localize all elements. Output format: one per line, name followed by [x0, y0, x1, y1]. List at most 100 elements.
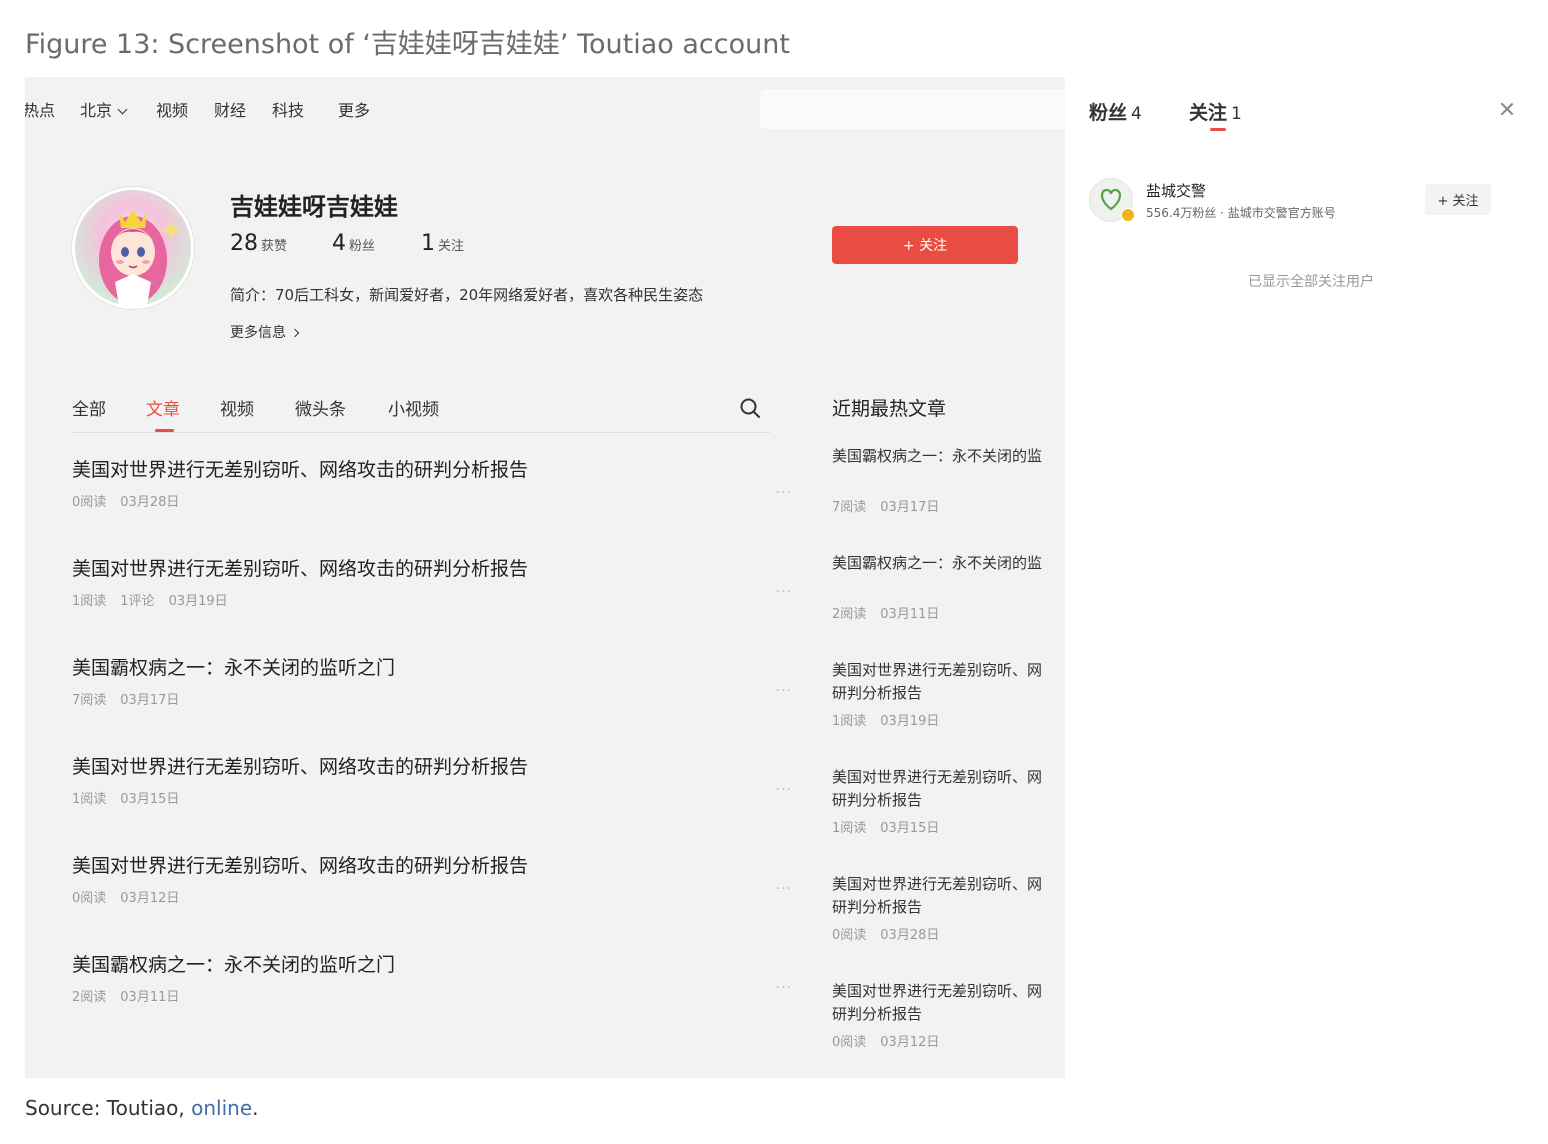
nav-item-more[interactable]: 更多 [338, 97, 370, 121]
hot-article-date: 03月17日 [880, 500, 940, 515]
article-item[interactable]: 美国霸权病之一：永不关闭的监听之门 7阅读 03月17日 ··· [72, 653, 791, 733]
nav-item-beijing[interactable]: 北京 [80, 97, 128, 121]
likes-label: 获赞 [261, 239, 288, 254]
hot-article-item[interactable]: 美国对世界进行无差别窃听、网 研判分析报告 0阅读 03月28日 [832, 873, 1065, 943]
hot-article-item[interactable]: 美国对世界进行无差别窃听、网 研判分析报告 1阅读 03月15日 [832, 766, 1065, 836]
hot-article-title-line[interactable]: 美国霸权病之一：永不关闭的监 [832, 445, 1065, 468]
hot-article-date: 03月28日 [880, 928, 940, 943]
more-options-icon[interactable]: ··· [776, 584, 792, 600]
article-meta: 1阅读 03月15日 [72, 788, 193, 807]
tab-micro-posts[interactable]: 微头条 [295, 395, 346, 420]
followed-user-name[interactable]: 盐城交警 [1146, 180, 1206, 201]
hot-article-meta: 0阅读 03月28日 [832, 924, 1065, 943]
hot-articles-title: 近期最热文章 [832, 398, 947, 420]
source-suffix: . [252, 1096, 259, 1120]
article-reads: 0阅读 [72, 495, 107, 510]
profile-bio: 简介：70后工科女，新闻爱好者，20年网络爱好者，喜欢各种民生姿态 [230, 286, 704, 304]
article-comments: 1评论 [120, 594, 155, 609]
hot-article-item[interactable]: 美国霸权病之一：永不关闭的监 7阅读 03月17日 [832, 445, 1065, 515]
source-prefix: Source: Toutiao, [25, 1096, 192, 1120]
hot-article-meta: 2阅读 03月11日 [832, 603, 1065, 622]
more-options-icon[interactable]: ··· [776, 881, 792, 897]
hot-article-title-line[interactable]: 美国对世界进行无差别窃听、网 [832, 873, 1065, 896]
more-info-link[interactable]: 更多信息 [230, 322, 300, 342]
panel-fans-label: 粉丝 [1089, 102, 1128, 124]
source-caption: Source: Toutiao, online. [25, 1096, 259, 1120]
close-icon[interactable] [1498, 100, 1516, 118]
hot-article-reads: 1阅读 [832, 821, 867, 836]
tab-divider [72, 432, 770, 433]
more-options-icon[interactable]: ··· [776, 980, 792, 996]
fans-label: 粉丝 [349, 239, 376, 254]
hot-article-title-line[interactable]: 研判分析报告 [832, 896, 1065, 919]
panel-following-count: 1 [1231, 104, 1242, 124]
hot-article-reads: 1阅读 [832, 714, 867, 729]
tab-articles[interactable]: 文章 [146, 395, 180, 420]
article-date: 03月28日 [120, 495, 180, 510]
article-meta: 1阅读 1评论 03月19日 [72, 590, 242, 609]
hot-article-date: 03月15日 [880, 821, 940, 836]
article-date: 03月12日 [120, 891, 180, 906]
article-meta: 0阅读 03月28日 [72, 491, 193, 510]
profile-name: 吉娃娃呀吉娃娃 [230, 193, 398, 221]
tab-short-video[interactable]: 小视频 [388, 395, 439, 420]
fans-count: 4 [332, 231, 346, 256]
more-options-icon[interactable]: ··· [776, 782, 792, 798]
hot-article-meta: 1阅读 03月15日 [832, 817, 1065, 836]
hot-article-title-line[interactable]: 美国霸权病之一：永不关闭的监 [832, 552, 1065, 575]
follow-button[interactable]: + 关注 [832, 226, 1018, 264]
hot-article-title-line[interactable]: 研判分析报告 [832, 789, 1065, 812]
article-meta: 2阅读 03月11日 [72, 986, 193, 1005]
nav-item-tech[interactable]: 科技 [272, 97, 304, 121]
hot-article-title-line[interactable]: 研判分析报告 [832, 1003, 1065, 1026]
panel-active-tab-indicator [1210, 128, 1226, 131]
tab-video[interactable]: 视频 [220, 395, 254, 420]
hot-article-item[interactable]: 美国对世界进行无差别窃听、网 研判分析报告 1阅读 03月19日 [832, 659, 1065, 729]
article-title[interactable]: 美国霸权病之一：永不关闭的监听之门 [72, 653, 395, 680]
panel-following-label: 关注 [1189, 102, 1228, 124]
nav-item-video[interactable]: 视频 [156, 97, 188, 121]
figure-title: Figure 13: Screenshot of ‘吉娃娃呀吉娃娃’ Touti… [25, 29, 790, 60]
toutiao-screenshot: 热点 北京 视频 财经 科技 更多 吉娃娃呀吉娃娃 28 获赞 4 粉丝 1 关注 +… [25, 77, 1065, 1078]
article-title[interactable]: 美国对世界进行无差别窃听、网络攻击的研判分析报告 [72, 752, 528, 779]
search-input[interactable] [760, 89, 1065, 129]
article-title[interactable]: 美国对世界进行无差别窃听、网络攻击的研判分析报告 [72, 455, 528, 482]
article-title[interactable]: 美国对世界进行无差别窃听、网络攻击的研判分析报告 [72, 851, 528, 878]
article-reads: 0阅读 [72, 891, 107, 906]
article-title[interactable]: 美国对世界进行无差别窃听、网络攻击的研判分析报告 [72, 554, 528, 581]
article-reads: 1阅读 [72, 594, 107, 609]
following-stat[interactable]: 1 关注 [421, 231, 464, 256]
more-options-icon[interactable]: ··· [776, 485, 792, 501]
hot-article-item[interactable]: 美国对世界进行无差别窃听、网 研判分析报告 0阅读 03月12日 [832, 980, 1065, 1050]
article-reads: 1阅读 [72, 792, 107, 807]
search-icon[interactable] [739, 397, 761, 419]
nav-item-finance[interactable]: 财经 [214, 97, 246, 121]
following-label: 关注 [438, 239, 465, 254]
article-item[interactable]: 美国对世界进行无差别窃听、网络攻击的研判分析报告 0阅读 03月12日 ··· [72, 851, 791, 931]
hot-article-title-line[interactable]: 研判分析报告 [832, 682, 1065, 705]
hot-article-meta: 1阅读 03月19日 [832, 710, 1065, 729]
more-options-icon[interactable]: ··· [776, 683, 792, 699]
hot-article-title-line[interactable]: 美国对世界进行无差别窃听、网 [832, 980, 1065, 1003]
nav-item-hot[interactable]: 热点 [25, 97, 55, 121]
followed-user-description: 556.4万粉丝 · 盐城市交警官方账号 [1146, 206, 1336, 220]
article-date: 03月15日 [120, 792, 180, 807]
followed-user-follow-button[interactable]: + 关注 [1425, 184, 1491, 215]
article-item[interactable]: 美国霸权病之一：永不关闭的监听之门 2阅读 03月11日 ··· [72, 950, 791, 1030]
article-item[interactable]: 美国对世界进行无差别窃听、网络攻击的研判分析报告 1阅读 1评论 03月19日 ··· [72, 554, 791, 634]
source-link[interactable]: online [191, 1096, 252, 1120]
panel-tab-following[interactable]: 关注 1 [1189, 98, 1242, 125]
fans-stat[interactable]: 4 粉丝 [332, 231, 375, 256]
chevron-down-icon [117, 104, 128, 115]
article-item[interactable]: 美国对世界进行无差别窃听、网络攻击的研判分析报告 0阅读 03月28日 ··· [72, 455, 791, 535]
hot-article-title-line[interactable]: 美国对世界进行无差别窃听、网 [832, 766, 1065, 789]
hot-article-item[interactable]: 美国霸权病之一：永不关闭的监 2阅读 03月11日 [832, 552, 1065, 622]
article-item[interactable]: 美国对世界进行无差别窃听、网络攻击的研判分析报告 1阅读 03月15日 ··· [72, 752, 791, 832]
hot-article-reads: 0阅读 [832, 1035, 867, 1050]
hot-article-title-line[interactable]: 美国对世界进行无差别窃听、网 [832, 659, 1065, 682]
hot-article-reads: 0阅读 [832, 928, 867, 943]
hot-article-date: 03月19日 [880, 714, 940, 729]
tab-all[interactable]: 全部 [72, 395, 106, 420]
panel-tab-fans[interactable]: 粉丝 4 [1089, 98, 1142, 125]
article-title[interactable]: 美国霸权病之一：永不关闭的监听之门 [72, 950, 395, 977]
